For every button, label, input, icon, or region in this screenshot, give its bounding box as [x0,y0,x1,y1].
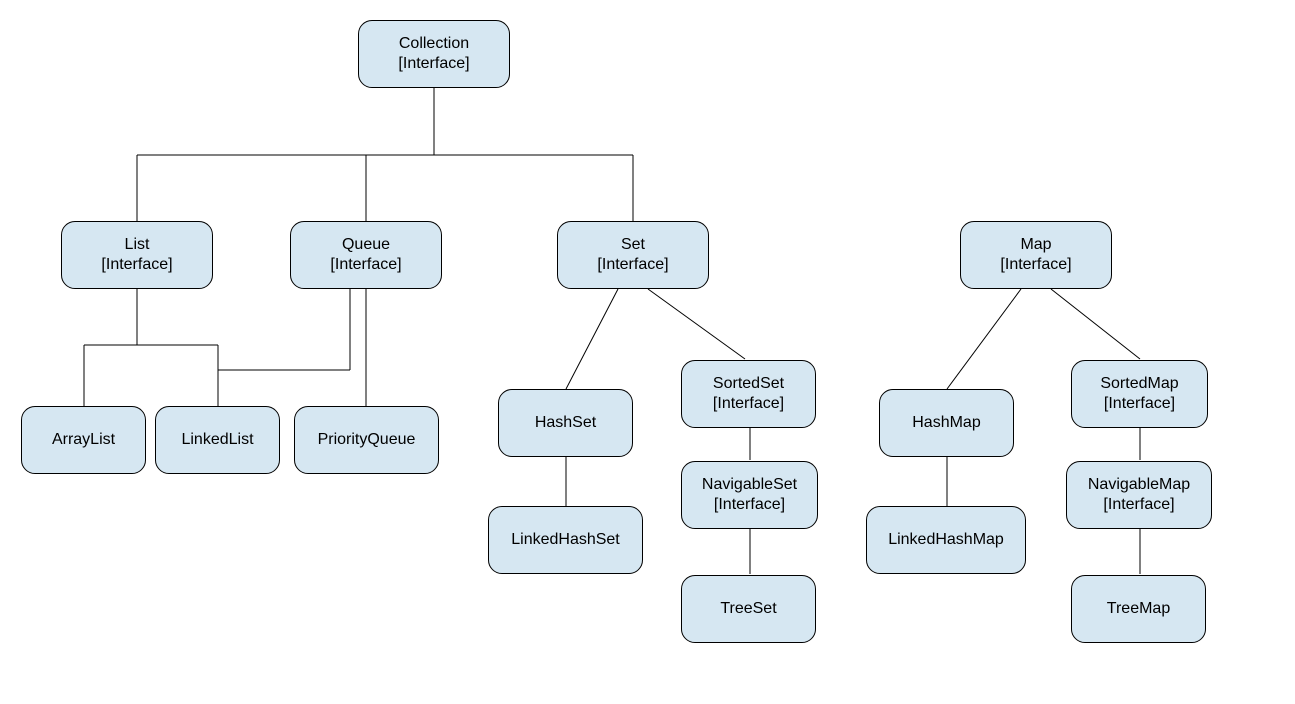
node-sortedset: SortedSet [Interface] [681,360,816,428]
node-label: Map [1020,236,1051,253]
node-queue: Queue [Interface] [290,221,442,289]
node-label: ArrayList [52,430,115,450]
node-sublabel: [Interface] [714,496,785,513]
node-sublabel: [Interface] [597,256,668,273]
node-treemap: TreeMap [1071,575,1206,643]
node-arraylist: ArrayList [21,406,146,474]
node-label: HashMap [912,413,980,433]
node-linkedhashset: LinkedHashSet [488,506,643,574]
node-priorityqueue: PriorityQueue [294,406,439,474]
node-set: Set [Interface] [557,221,709,289]
node-linkedlist: LinkedList [155,406,280,474]
node-label: List [125,236,150,253]
node-navigableset: NavigableSet [Interface] [681,461,818,529]
node-navigablemap: NavigableMap [Interface] [1066,461,1212,529]
node-list: List [Interface] [61,221,213,289]
node-sublabel: [Interface] [101,256,172,273]
node-collection: Collection [Interface] [358,20,510,88]
node-label: Collection [399,35,469,52]
node-label: LinkedList [181,430,253,450]
node-label: SortedSet [713,375,784,392]
node-map: Map [Interface] [960,221,1112,289]
node-label: LinkedHashMap [888,530,1004,550]
node-label: NavigableMap [1088,476,1190,493]
node-label: TreeSet [720,599,776,619]
node-hashset: HashSet [498,389,633,457]
node-hashmap: HashMap [879,389,1014,457]
node-sublabel: [Interface] [1104,395,1175,412]
node-sublabel: [Interface] [330,256,401,273]
node-sublabel: [Interface] [1000,256,1071,273]
node-linkedhashmap: LinkedHashMap [866,506,1026,574]
node-label: SortedMap [1100,375,1178,392]
node-label: HashSet [535,413,596,433]
node-label: LinkedHashSet [511,530,620,550]
node-sublabel: [Interface] [713,395,784,412]
node-label: Set [621,236,645,253]
node-treeset: TreeSet [681,575,816,643]
node-sublabel: [Interface] [398,55,469,72]
node-label: NavigableSet [702,476,797,493]
node-sublabel: [Interface] [1103,496,1174,513]
node-label: TreeMap [1107,599,1170,619]
node-sortedmap: SortedMap [Interface] [1071,360,1208,428]
node-label: Queue [342,236,390,253]
node-label: PriorityQueue [318,430,416,450]
